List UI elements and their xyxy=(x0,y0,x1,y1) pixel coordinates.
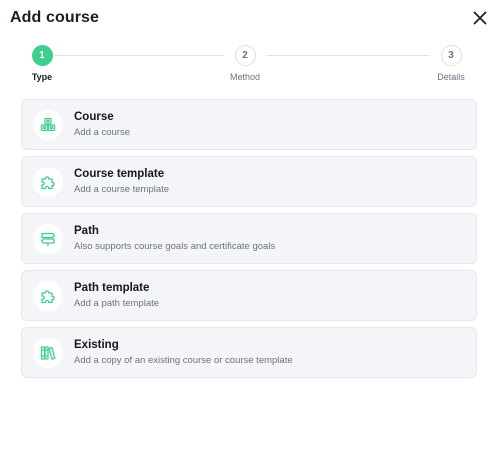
step-type: 1 Type xyxy=(12,45,72,82)
option-course[interactable]: Course Add a course xyxy=(21,99,477,150)
signpost-icon xyxy=(40,232,56,246)
option-title: Course template xyxy=(74,168,165,180)
add-course-dialog: Add course 1 Type 2 Method 3 Details Cou… xyxy=(0,0,500,451)
option-existing[interactable]: Existing Add a copy of an existing cours… xyxy=(21,327,477,378)
option-title: Path template xyxy=(74,282,150,294)
step-label: Details xyxy=(437,72,465,82)
option-title: Existing xyxy=(74,339,119,351)
step-label: Type xyxy=(31,72,53,82)
option-title: Path xyxy=(74,225,99,237)
option-description: Also supports course goals and certifica… xyxy=(74,241,276,252)
step-number: 1 xyxy=(31,45,53,66)
option-icon-badge xyxy=(33,337,63,368)
puzzle-icon xyxy=(41,289,55,303)
option-description: Add a course template xyxy=(74,184,170,195)
option-icon-badge xyxy=(33,223,63,254)
puzzle-icon xyxy=(41,175,55,189)
books-icon xyxy=(40,345,56,360)
step-number: 2 xyxy=(234,45,256,66)
option-description: Add a copy of an existing course or cour… xyxy=(74,355,293,366)
step-details: 3 Details xyxy=(421,45,481,82)
option-title: Course xyxy=(74,111,114,123)
option-icon-badge xyxy=(33,280,63,311)
step-method: 2 Method xyxy=(215,45,275,82)
step-label: Method xyxy=(229,72,261,82)
option-description: Add a path template xyxy=(74,298,160,309)
option-path[interactable]: Path Also supports course goals and cert… xyxy=(21,213,477,264)
course-type-options: Course Add a course Course template Add … xyxy=(21,99,477,384)
option-icon-badge xyxy=(33,109,63,140)
dialog-title: Add course xyxy=(10,9,100,26)
dialog-header: Add course xyxy=(10,7,490,29)
close-button[interactable] xyxy=(470,8,490,28)
option-path-template[interactable]: Path template Add a path template xyxy=(21,270,477,321)
option-description: Add a course xyxy=(74,127,130,138)
option-course-template[interactable]: Course template Add a course template xyxy=(21,156,477,207)
close-icon xyxy=(473,11,487,25)
step-number: 3 xyxy=(440,45,462,66)
cubes-icon xyxy=(40,117,56,131)
option-icon-badge xyxy=(33,166,63,197)
